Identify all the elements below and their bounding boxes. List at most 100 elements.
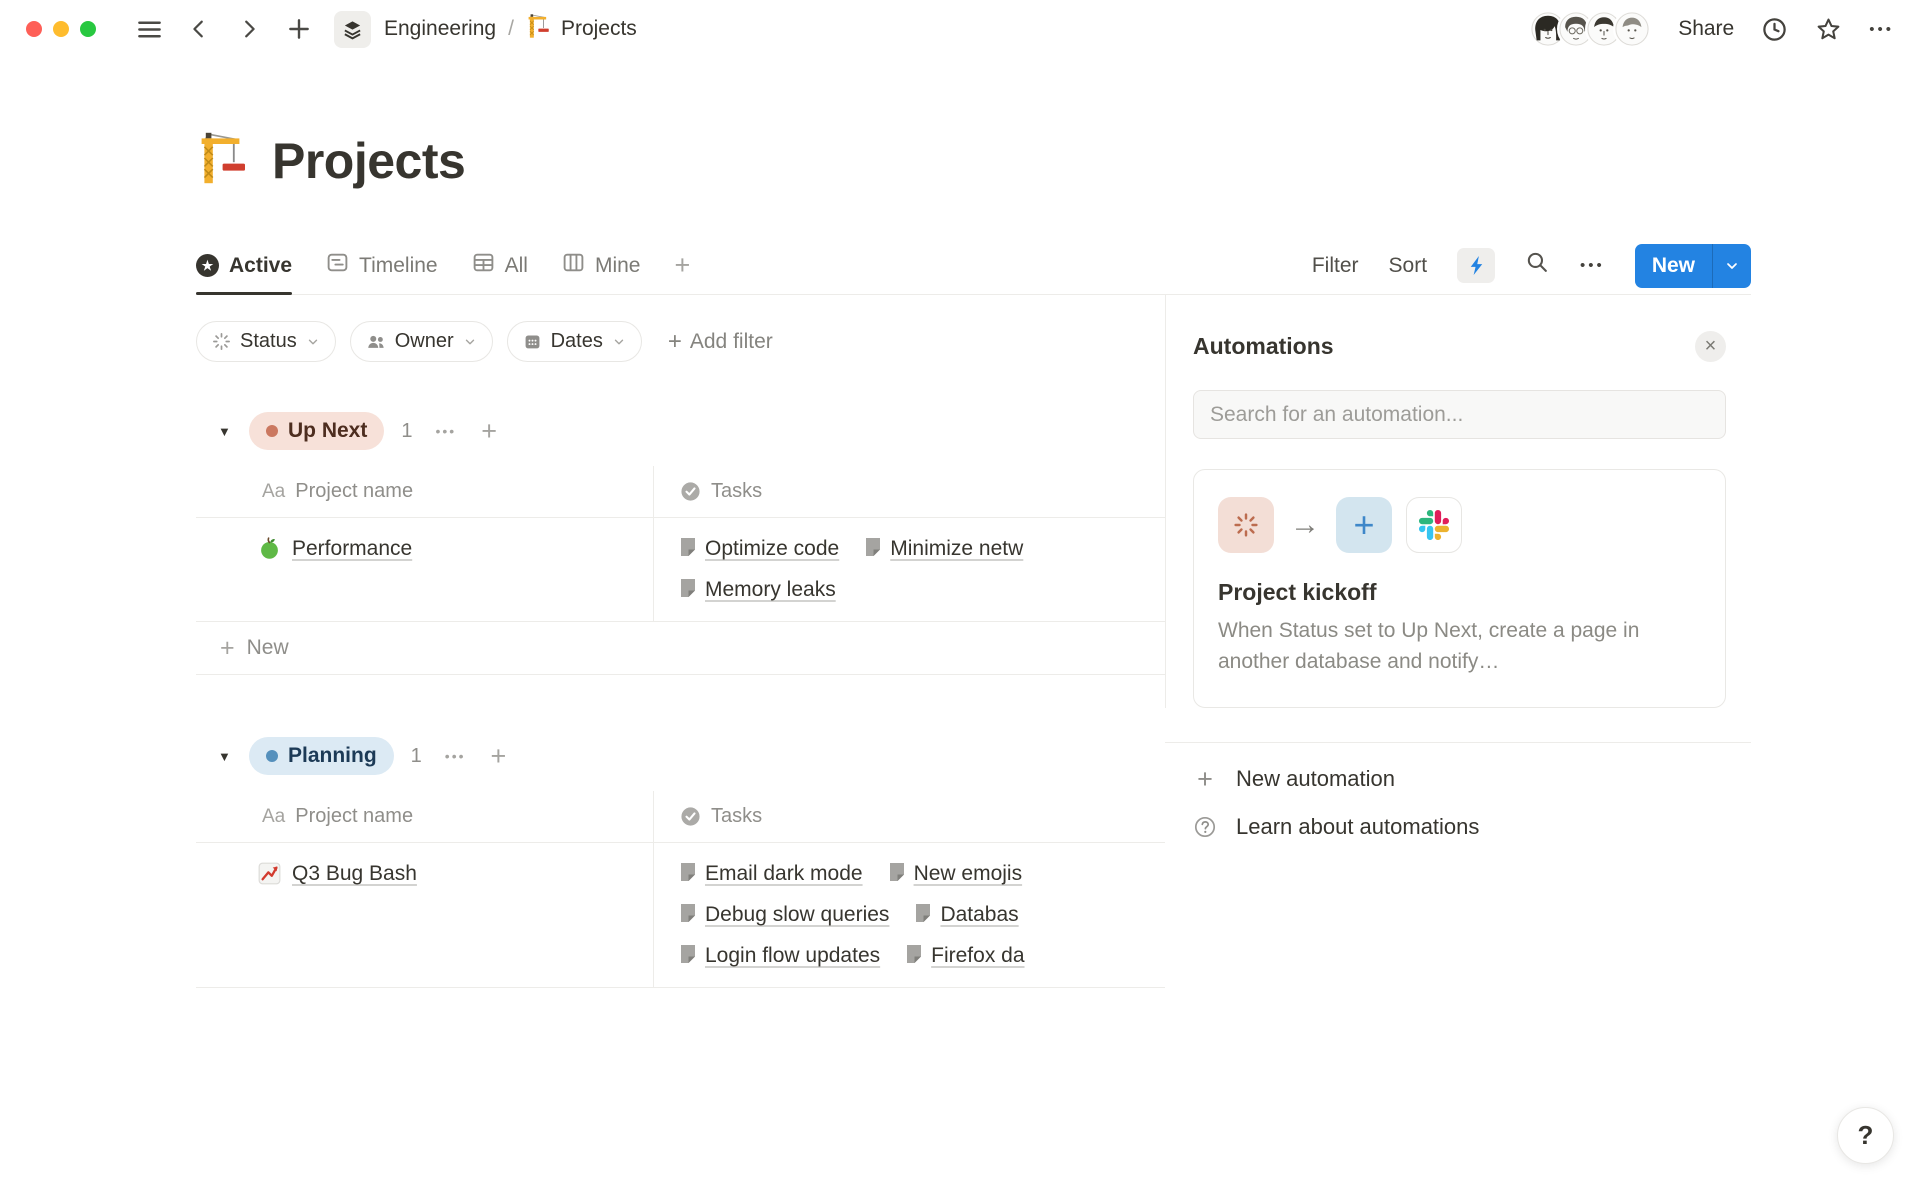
sort-button[interactable]: Sort xyxy=(1389,254,1428,278)
tab-all[interactable]: All xyxy=(472,237,528,294)
crane-icon xyxy=(526,13,552,45)
owner-filter-chip[interactable]: Owner xyxy=(350,321,493,362)
plus-icon: + xyxy=(668,328,682,356)
dates-filter-chip[interactable]: Dates xyxy=(507,321,642,362)
group-name: Planning xyxy=(288,744,377,768)
automation-search-input[interactable] xyxy=(1193,390,1726,439)
new-automation-button[interactable]: + New automation xyxy=(1192,755,1726,803)
task-link[interactable]: Login flow updates xyxy=(680,944,880,968)
column-header-tasks[interactable]: Tasks xyxy=(653,466,1165,517)
table-row[interactable]: Q3 Bug Bash Email dark mode New emojis D… xyxy=(196,843,1165,988)
minimize-window-button[interactable] xyxy=(53,21,69,37)
plus-icon: + xyxy=(220,634,235,663)
group-add-icon[interactable]: + xyxy=(491,741,507,772)
add-view-button[interactable]: + xyxy=(674,250,690,281)
filter-button[interactable]: Filter xyxy=(1312,254,1359,278)
view-options-icon[interactable]: ••• xyxy=(1580,257,1605,274)
group-status-pill[interactable]: Planning xyxy=(249,737,394,775)
breadcrumb: Engineering / Projects xyxy=(384,13,637,45)
create-page-action-icon: + xyxy=(1336,497,1392,553)
new-tab-icon[interactable] xyxy=(284,16,314,42)
slack-icon xyxy=(1406,497,1462,553)
page-header: Projects xyxy=(196,58,1751,191)
chart-increasing-icon xyxy=(258,862,281,891)
group-add-icon[interactable]: + xyxy=(481,416,497,447)
new-entry-dropdown[interactable] xyxy=(1712,244,1751,288)
workspace-layers-icon[interactable] xyxy=(334,11,371,48)
task-link[interactable]: New emojis xyxy=(889,862,1023,886)
tab-mine[interactable]: Mine xyxy=(562,237,641,294)
chip-label: Dates xyxy=(551,330,603,353)
new-entry-button[interactable]: New xyxy=(1635,244,1712,288)
tab-label: Timeline xyxy=(359,254,438,278)
task-link[interactable]: Debug slow queries xyxy=(680,903,889,927)
chevron-down-icon xyxy=(612,335,626,349)
forward-icon[interactable] xyxy=(234,18,264,40)
help-button[interactable]: ? xyxy=(1837,1107,1894,1164)
column-header-tasks[interactable]: Tasks xyxy=(653,791,1165,842)
group-options-icon[interactable]: ••• xyxy=(435,423,456,439)
collaborator-avatars[interactable] xyxy=(1529,10,1651,48)
starred-view-icon: ★ xyxy=(196,254,219,277)
group-options-icon[interactable]: ••• xyxy=(445,748,466,764)
share-button[interactable]: Share xyxy=(1678,17,1734,41)
tasks-cell: Email dark mode New emojis Debug slow qu… xyxy=(653,843,1165,987)
task-link[interactable]: Firefox da xyxy=(906,944,1024,968)
group-toggle-icon[interactable]: ▼ xyxy=(218,424,234,439)
search-icon[interactable] xyxy=(1525,250,1550,281)
column-header-name[interactable]: Aa Project name xyxy=(196,466,653,517)
table-row[interactable]: Performance Optimize code Minimize netw … xyxy=(196,518,1165,622)
project-name-link[interactable]: Performance xyxy=(292,537,412,561)
page-icon xyxy=(906,944,922,964)
status-dot-icon xyxy=(266,750,278,762)
history-clock-icon[interactable] xyxy=(1761,16,1788,43)
group-status-pill[interactable]: Up Next xyxy=(249,412,384,450)
project-name-link[interactable]: Q3 Bug Bash xyxy=(292,862,417,886)
tab-timeline[interactable]: Timeline xyxy=(326,237,438,294)
add-filter-button[interactable]: + Add filter xyxy=(668,328,773,356)
page-icon xyxy=(680,537,696,557)
automation-card[interactable]: → + Project kickoff When Status set to U… xyxy=(1193,469,1726,708)
window-titlebar: Engineering / Projects xyxy=(0,0,1920,58)
group-toggle-icon[interactable]: ▼ xyxy=(218,749,234,764)
task-link[interactable]: Memory leaks xyxy=(680,578,836,602)
page-icon xyxy=(680,903,696,923)
board-view-icon xyxy=(562,251,585,280)
tab-label: Mine xyxy=(595,254,641,278)
status-trigger-icon xyxy=(1218,497,1274,553)
tasks-cell: Optimize code Minimize netw Memory leaks xyxy=(653,518,1165,621)
question-circle-icon xyxy=(1192,815,1218,839)
chip-label: Status xyxy=(240,330,297,353)
crane-icon-large[interactable] xyxy=(196,130,252,191)
task-link[interactable]: Email dark mode xyxy=(680,862,863,886)
close-icon: × xyxy=(1705,335,1717,358)
plus-icon: + xyxy=(1192,764,1218,795)
favorite-star-icon[interactable] xyxy=(1815,16,1842,43)
project-name-cell[interactable]: Q3 Bug Bash xyxy=(196,843,653,987)
group-planning: ▼ Planning 1 ••• + Aa Project name xyxy=(196,737,1165,988)
task-link[interactable]: Databas xyxy=(915,903,1018,927)
more-options-icon[interactable]: ••• xyxy=(1869,21,1894,38)
chevron-down-icon xyxy=(306,335,320,349)
page-icon xyxy=(680,944,696,964)
zoom-window-button[interactable] xyxy=(80,21,96,37)
project-name-cell[interactable]: Performance xyxy=(196,518,653,621)
new-row-button[interactable]: + New xyxy=(196,622,1165,675)
back-icon[interactable] xyxy=(184,18,214,40)
breadcrumb-workspace[interactable]: Engineering xyxy=(384,17,496,41)
learn-automations-link[interactable]: Learn about automations xyxy=(1192,803,1726,851)
new-entry-split-button[interactable]: New xyxy=(1635,244,1751,288)
task-link[interactable]: Optimize code xyxy=(680,537,839,561)
text-type-icon: Aa xyxy=(262,481,285,503)
column-header-name[interactable]: Aa Project name xyxy=(196,791,653,842)
text-type-icon: Aa xyxy=(262,806,285,828)
sidebar-menu-icon[interactable] xyxy=(134,16,164,43)
close-panel-button[interactable]: × xyxy=(1695,331,1726,362)
automations-lightning-button[interactable] xyxy=(1457,248,1495,283)
close-window-button[interactable] xyxy=(26,21,42,37)
tab-active[interactable]: ★ Active xyxy=(196,237,292,294)
breadcrumb-page[interactable]: Projects xyxy=(561,17,637,41)
task-link[interactable]: Minimize netw xyxy=(865,537,1023,561)
column-label: Project name xyxy=(295,805,413,828)
status-filter-chip[interactable]: Status xyxy=(196,321,336,362)
